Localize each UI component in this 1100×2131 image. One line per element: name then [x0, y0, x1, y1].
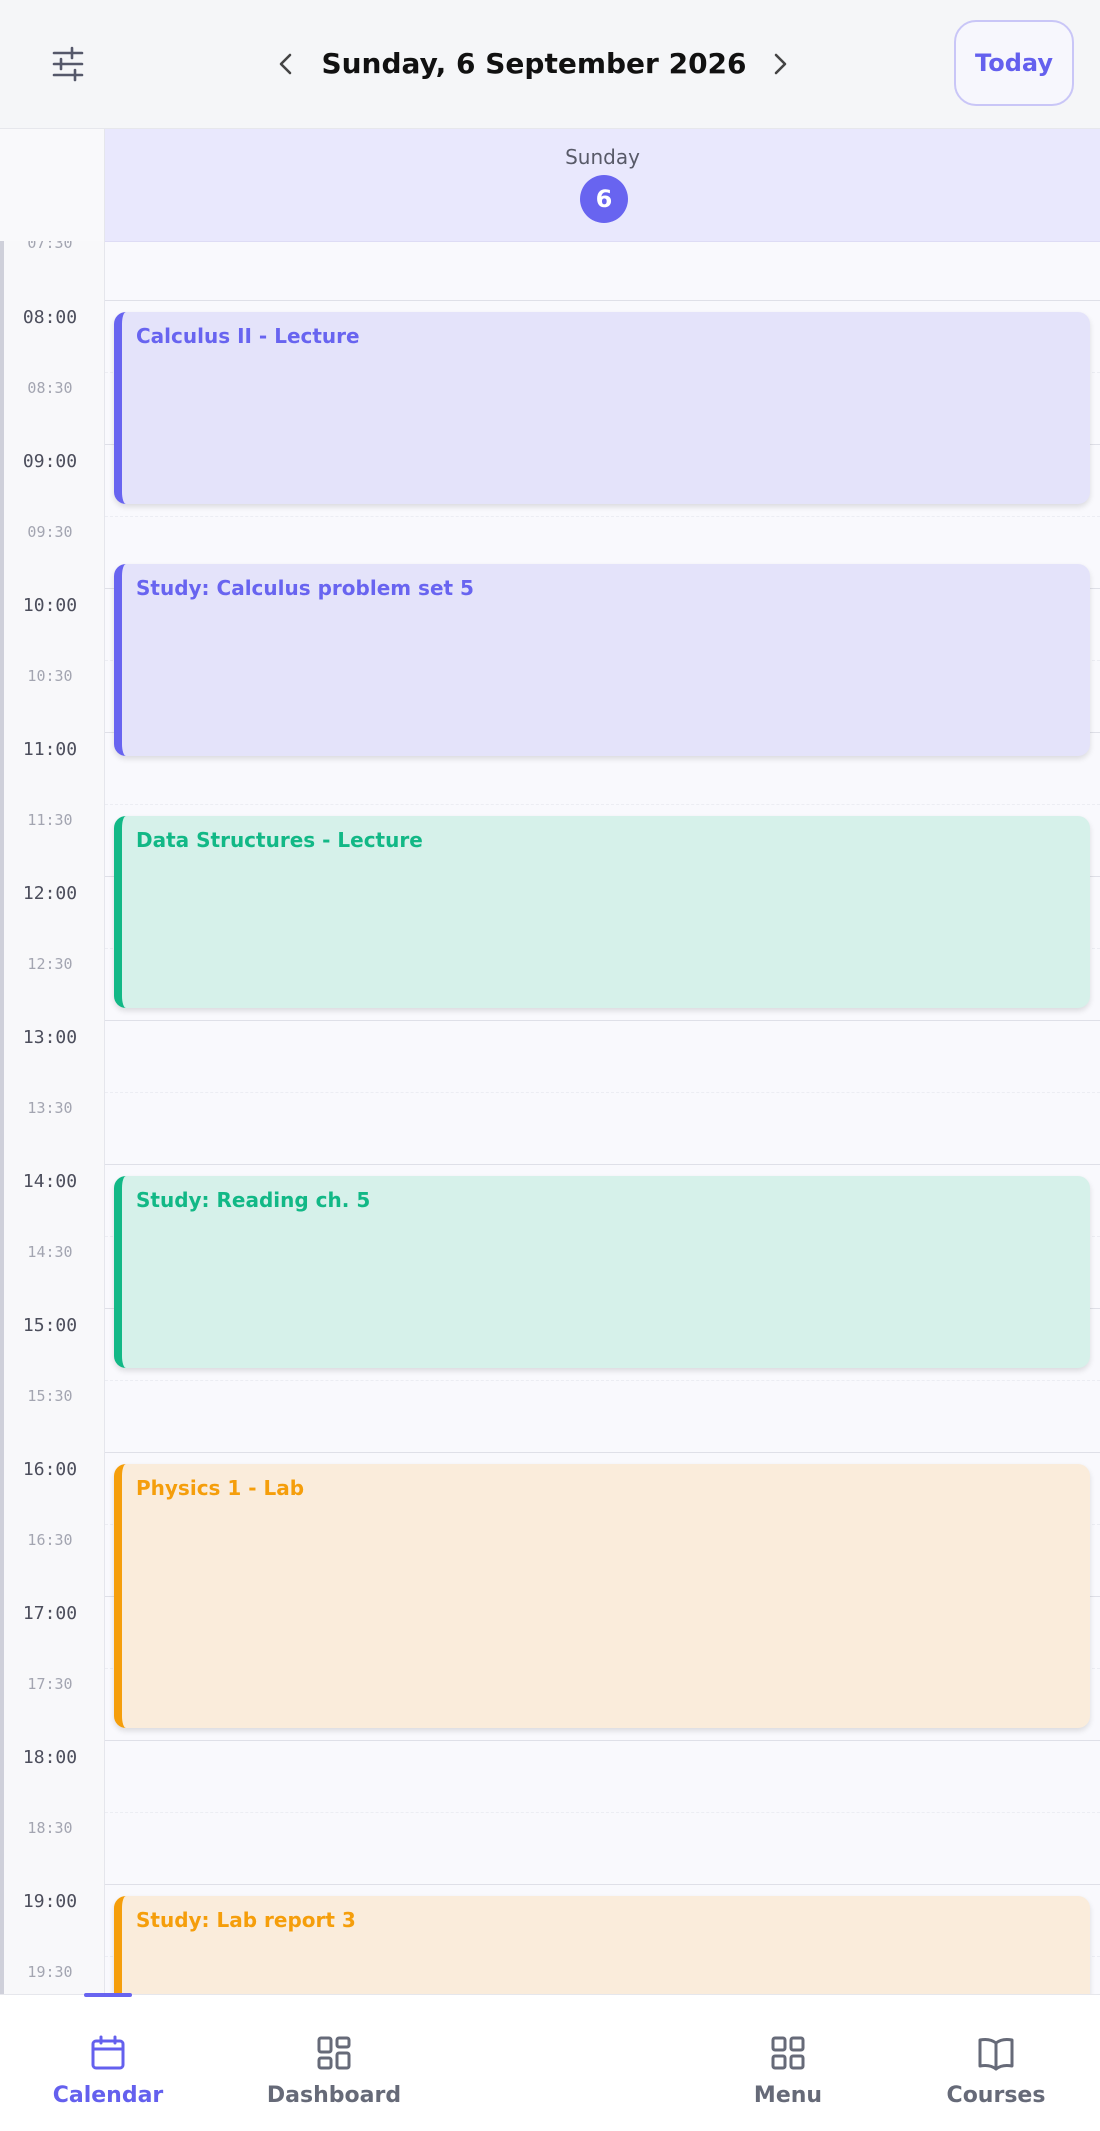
time-label: 16:30 [27, 1531, 73, 1549]
time-label: 13:00 [22, 1027, 78, 1048]
event-title: Study: Calculus problem set 5 [136, 576, 474, 600]
tab-label: Menu [753, 2083, 823, 2108]
time-label: 17:00 [22, 1603, 78, 1624]
tab-label: Dashboard [266, 2083, 402, 2108]
tab-label: Calendar [52, 2083, 164, 2108]
time-label: 10:00 [22, 595, 78, 616]
book-icon [976, 2033, 1016, 2073]
time-label: 14:00 [22, 1171, 78, 1192]
grid-menu-icon [768, 2033, 808, 2073]
half-hour-line [105, 516, 1100, 517]
event-title: Calculus II - Lecture [136, 324, 360, 348]
dashboard-icon [314, 2033, 354, 2073]
time-label: 09:30 [27, 523, 73, 541]
top-bar: Sunday, 6 September 2026 Today [0, 0, 1100, 129]
event-card[interactable]: Physics 1 - Lab [114, 1464, 1090, 1728]
day-number-badge: 6 [580, 175, 628, 223]
time-label: 18:30 [27, 1819, 73, 1837]
time-label: 15:30 [27, 1387, 73, 1405]
hour-line [105, 1884, 1100, 1885]
event-card[interactable]: Study: Reading ch. 5 [114, 1176, 1090, 1368]
tab-menu[interactable]: Menu [703, 1995, 873, 2131]
event-card[interactable]: Data Structures - Lecture [114, 816, 1090, 1008]
event-card[interactable]: Study: Calculus problem set 5 [114, 564, 1090, 756]
tab-courses[interactable]: Courses [911, 1995, 1081, 2131]
time-label: 13:30 [27, 1099, 73, 1117]
day-name: Sunday [565, 145, 640, 169]
time-label: 15:00 [22, 1315, 78, 1336]
day-column-header[interactable]: Sunday 6 [105, 129, 1100, 242]
event-card[interactable]: Study: Lab report 3 [114, 1896, 1090, 1994]
time-label: 19:00 [22, 1891, 78, 1912]
event-title: Study: Reading ch. 5 [136, 1188, 371, 1212]
tab-dashboard[interactable]: Dashboard [249, 1995, 419, 2131]
hour-line [105, 300, 1100, 301]
calendar-icon [88, 2033, 128, 2073]
event-title: Data Structures - Lecture [136, 828, 423, 852]
hour-line [105, 1452, 1100, 1453]
half-hour-line [105, 804, 1100, 805]
time-label: 14:30 [27, 1243, 73, 1261]
time-label: 08:30 [27, 379, 73, 397]
time-label: 09:00 [22, 451, 78, 472]
day-header-spacer [0, 129, 105, 241]
tab-calendar[interactable]: Calendar [23, 1995, 193, 2131]
chevron-right-icon[interactable] [766, 48, 794, 80]
time-label: 17:30 [27, 1675, 73, 1693]
event-title: Study: Lab report 3 [136, 1908, 356, 1932]
day-grid[interactable]: Calculus II - Lecture Study: Calculus pr… [105, 241, 1100, 1994]
half-hour-line [105, 1380, 1100, 1381]
time-label: 08:00 [22, 307, 78, 328]
half-hour-line [105, 1812, 1100, 1813]
day-timeline[interactable]: 07:30 08:00 08:30 09:00 09:30 10:00 10:3… [0, 241, 1100, 1994]
scroll-indicator [0, 241, 4, 1994]
hour-line [105, 1740, 1100, 1741]
time-label: 12:30 [27, 955, 73, 973]
time-label: 18:00 [22, 1747, 78, 1768]
chevron-left-icon[interactable] [272, 48, 300, 80]
tab-label: Courses [946, 2083, 1046, 2108]
time-label: 07:30 [27, 241, 73, 252]
half-hour-line [105, 1092, 1100, 1093]
today-button[interactable]: Today [954, 20, 1074, 106]
event-card[interactable]: Calculus II - Lecture [114, 312, 1090, 504]
time-label: 16:00 [22, 1459, 78, 1480]
event-title: Physics 1 - Lab [136, 1476, 305, 1500]
sliders-icon[interactable] [48, 44, 88, 84]
hour-line [105, 1020, 1100, 1021]
time-label: 19:30 [27, 1963, 73, 1981]
time-label: 12:00 [22, 883, 78, 904]
page-title: Sunday, 6 September 2026 [321, 47, 747, 80]
time-label: 10:30 [27, 667, 73, 685]
time-column: 07:30 08:00 08:30 09:00 09:30 10:00 10:3… [0, 241, 105, 1994]
time-label: 11:30 [27, 811, 73, 829]
hour-line [105, 1164, 1100, 1165]
bottom-navigation: Calendar Dashboard Menu Courses [0, 1993, 1100, 2131]
time-label: 11:00 [22, 739, 78, 760]
